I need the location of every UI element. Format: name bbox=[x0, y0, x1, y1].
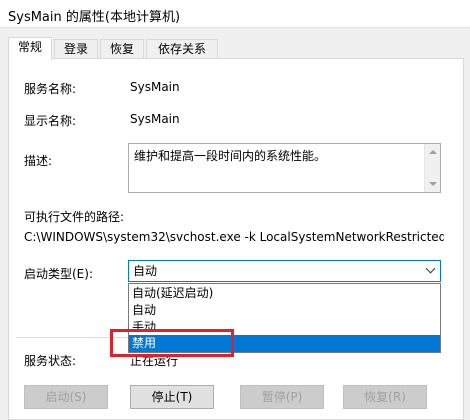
display-name-label: 显示名称: bbox=[24, 114, 77, 128]
tab-logon[interactable]: 登录 bbox=[54, 39, 98, 59]
option-auto-delayed[interactable]: 自动(延迟启动) bbox=[129, 285, 440, 302]
chevron-down-icon[interactable] bbox=[425, 263, 436, 274]
startup-type-value: 自动 bbox=[133, 264, 158, 278]
service-status-value: 正在运行 bbox=[130, 354, 179, 368]
tab-general[interactable]: 常规 bbox=[8, 37, 52, 60]
startup-type-label: 启动类型(E): bbox=[24, 267, 93, 281]
window-title: SysMain 的属性(本地计算机) bbox=[8, 10, 181, 25]
scroll-up-icon[interactable] bbox=[429, 150, 437, 154]
option-auto[interactable]: 自动 bbox=[129, 302, 440, 319]
startup-type-dropdown: 自动(延迟启动) 自动 手动 禁用 bbox=[128, 283, 441, 353]
exe-path-label: 可执行文件的路径: bbox=[24, 210, 125, 224]
description-textbox[interactable]: 维护和提高一段时间内的系统性能。 bbox=[128, 143, 441, 193]
tab-strip: 常规 登录 恢复 依存关系 bbox=[8, 37, 462, 60]
description-scrollbar[interactable] bbox=[424, 144, 440, 192]
resume-button[interactable]: 恢复(R) bbox=[343, 385, 427, 409]
service-name-label: 服务名称: bbox=[24, 82, 77, 96]
tab-recovery[interactable]: 恢复 bbox=[100, 39, 144, 59]
description-label: 描述: bbox=[24, 154, 53, 168]
title-bar: SysMain 的属性(本地计算机) bbox=[0, 0, 470, 28]
startup-type-select[interactable]: 自动 bbox=[128, 260, 441, 282]
description-text: 维护和提高一段时间内的系统性能。 bbox=[134, 149, 327, 163]
tab-dependencies[interactable]: 依存关系 bbox=[146, 39, 218, 59]
pause-button[interactable]: 暂停(P) bbox=[240, 385, 324, 409]
option-disabled[interactable]: 禁用 bbox=[129, 335, 440, 352]
stop-button[interactable]: 停止(T) bbox=[130, 385, 214, 409]
exe-path-value: C:\WINDOWS\system32\svchost.exe -k Local… bbox=[24, 230, 444, 244]
service-status-label: 服务状态: bbox=[24, 354, 77, 368]
start-button[interactable]: 启动(S) bbox=[24, 385, 108, 409]
service-name-value: SysMain bbox=[130, 80, 180, 94]
option-manual[interactable]: 手动 bbox=[129, 319, 440, 336]
scroll-down-icon[interactable] bbox=[429, 182, 437, 186]
display-name-value: SysMain bbox=[130, 112, 180, 126]
